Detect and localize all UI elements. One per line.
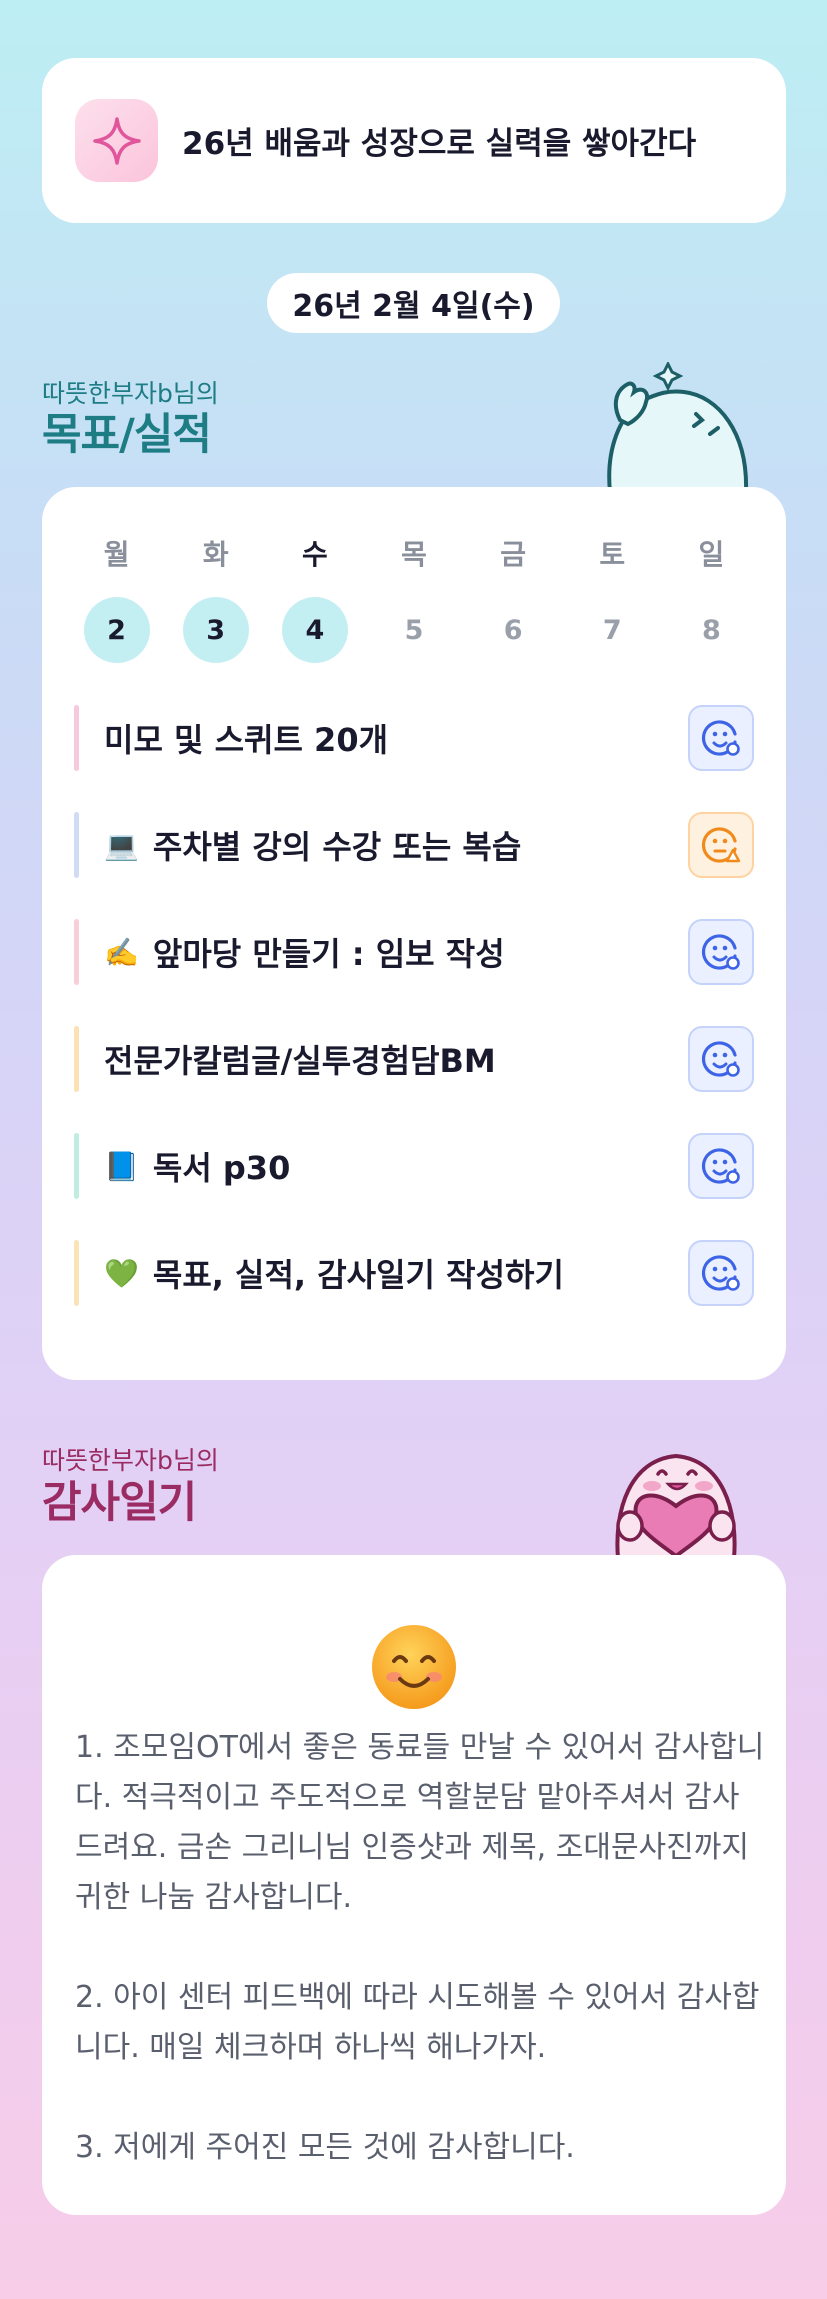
day-number[interactable]: 7 bbox=[579, 597, 645, 663]
goal-text: 26년 배움과 성장으로 실력을 쌓아간다 bbox=[182, 126, 697, 162]
day-label: 화 bbox=[202, 538, 229, 571]
task-row[interactable]: 미모 및 스퀴트 20개 bbox=[74, 705, 754, 771]
day-label: 토 bbox=[599, 538, 626, 571]
task-row[interactable]: 💻 주차별 강의 수강 또는 복습 bbox=[74, 812, 754, 878]
day-column[interactable]: 월2 bbox=[67, 535, 166, 663]
task-label: ✍️ 앞마당 만들기 : 임보 작성 bbox=[104, 919, 505, 985]
smiling-face-icon bbox=[368, 1621, 460, 1713]
task-label: 미모 및 스퀴트 20개 bbox=[104, 705, 388, 771]
task-color-bar bbox=[74, 812, 79, 878]
plan-card: 월2화3수4목5금6토7일8 미모 및 스퀴트 20개 💻 주차별 강의 수강 또는… bbox=[42, 487, 786, 1380]
day-column[interactable]: 목5 bbox=[364, 535, 463, 663]
task-row[interactable]: 전문가칼럼글/실투경험담BM bbox=[74, 1026, 754, 1092]
task-row[interactable]: 💚 목표, 실적, 감사일기 작성하기 bbox=[74, 1240, 754, 1306]
task-label: 전문가칼럼글/실투경험담BM bbox=[104, 1026, 496, 1092]
smile-check-icon[interactable] bbox=[688, 919, 754, 985]
task-row[interactable]: 📘 독서 p30 bbox=[74, 1133, 754, 1199]
task-emoji: ✍️ bbox=[104, 935, 139, 969]
day-label: 금 bbox=[500, 538, 527, 571]
smile-warning-icon[interactable] bbox=[688, 812, 754, 878]
day-column[interactable]: 금6 bbox=[464, 535, 563, 663]
day-number[interactable]: 2 bbox=[83, 597, 150, 663]
diary-section-title: 감사일기 bbox=[42, 1478, 197, 1528]
smile-check-icon[interactable] bbox=[688, 1026, 754, 1092]
task-color-bar bbox=[74, 1026, 79, 1092]
week-calendar: 월2화3수4목5금6토7일8 bbox=[67, 535, 761, 663]
task-text: 앞마당 만들기 : 임보 작성 bbox=[152, 935, 505, 973]
day-number[interactable]: 4 bbox=[281, 597, 348, 663]
day-column[interactable]: 화3 bbox=[166, 535, 265, 663]
day-label: 수 bbox=[301, 538, 328, 571]
diary-entry-2: 2. 아이 센터 피드백에 따라 시도해볼 수 있어서 감사합니다. 매일 체크… bbox=[75, 1980, 760, 2065]
day-number[interactable]: 3 bbox=[182, 597, 249, 663]
smile-check-icon[interactable] bbox=[688, 1240, 754, 1306]
date-label: 26년 2월 4일(수) bbox=[267, 273, 560, 333]
smile-check-icon[interactable] bbox=[688, 1133, 754, 1199]
day-number[interactable]: 8 bbox=[678, 597, 744, 663]
task-color-bar bbox=[74, 1133, 79, 1199]
task-text: 목표, 실적, 감사일기 작성하기 bbox=[152, 1256, 564, 1294]
task-text: 주차별 강의 수강 또는 복습 bbox=[152, 828, 522, 866]
mascot-heart-illustration bbox=[596, 1430, 756, 1560]
task-text: 전문가칼럼글/실투경험담BM bbox=[104, 1042, 496, 1080]
day-column[interactable]: 일8 bbox=[662, 535, 761, 663]
day-label: 일 bbox=[698, 538, 725, 571]
day-label: 목 bbox=[401, 538, 427, 571]
task-row[interactable]: ✍️ 앞마당 만들기 : 임보 작성 bbox=[74, 919, 754, 985]
diary-entry-3: 3. 저에게 주어진 모든 것에 감사합니다. bbox=[75, 2130, 575, 2165]
task-label: 💚 목표, 실적, 감사일기 작성하기 bbox=[104, 1240, 564, 1306]
task-label: 💻 주차별 강의 수강 또는 복습 bbox=[104, 812, 521, 878]
day-number[interactable]: 5 bbox=[381, 597, 447, 663]
task-emoji: 📘 bbox=[104, 1149, 139, 1183]
plan-section-title: 목표/실적 bbox=[42, 410, 212, 460]
task-text: 독서 p30 bbox=[152, 1149, 291, 1187]
diary-entry-1: 1. 조모임OT에서 좋은 동료들 만날 수 있어서 감사합니다. 적극적이고 … bbox=[75, 1730, 765, 1915]
task-text: 미모 및 스퀴트 20개 bbox=[104, 721, 389, 759]
smile-check-icon[interactable] bbox=[688, 705, 754, 771]
day-label: 월 bbox=[103, 538, 130, 571]
day-column[interactable]: 수4 bbox=[265, 535, 364, 663]
mascot-thumbs-up-illustration bbox=[598, 360, 758, 494]
task-emoji: 💻 bbox=[104, 828, 139, 862]
task-color-bar bbox=[74, 705, 79, 771]
day-number[interactable]: 6 bbox=[480, 597, 546, 663]
task-emoji: 💚 bbox=[104, 1256, 139, 1290]
sparkle-icon bbox=[75, 99, 158, 182]
diary-card: 1. 조모임OT에서 좋은 동료들 만날 수 있어서 감사합니다. 적극적이고 … bbox=[42, 1555, 786, 2215]
task-color-bar bbox=[74, 1240, 79, 1306]
task-label: 📘 독서 p30 bbox=[104, 1133, 290, 1199]
day-column[interactable]: 토7 bbox=[563, 535, 662, 663]
goal-card: 26년 배움과 성장으로 실력을 쌓아간다 bbox=[42, 58, 786, 223]
task-color-bar bbox=[74, 919, 79, 985]
